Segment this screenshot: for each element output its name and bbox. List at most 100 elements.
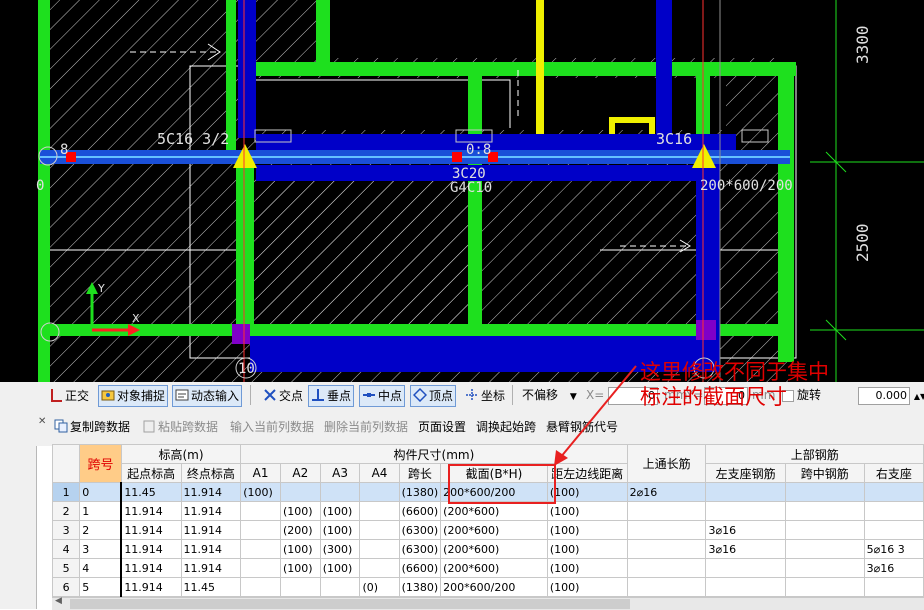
input-column-button[interactable]: 输入当前列数据: [230, 417, 314, 437]
header-a2[interactable]: A2: [279, 463, 321, 483]
cad-drawing[interactable]: 5C16 3/2 3C16 3C20 G4C10 200*600/200 0 1…: [0, 0, 924, 382]
node-purple[interactable]: [696, 320, 716, 340]
cell-section[interactable]: (200*600): [440, 558, 548, 578]
table-row[interactable]: 5 4 11.914 11.914 (100) (100) (6600) (200*600)(…: [51, 558, 924, 578]
cell-section[interactable]: (200*600): [440, 501, 548, 521]
cell-start[interactable]: 11.45: [120, 482, 182, 502]
table-row[interactable]: 6 5 11.914 11.45 (0) (1380) 200*600/200 (100): [51, 577, 924, 597]
header-span[interactable]: 跨号: [79, 444, 122, 483]
dynamic-input-button[interactable]: 动态输入: [172, 385, 243, 407]
cell-end[interactable]: 11.914: [180, 482, 242, 502]
cell-mid[interactable]: [784, 501, 865, 521]
cell-dist[interactable]: (100): [546, 520, 628, 540]
cell-section[interactable]: 200*600/200: [440, 577, 548, 597]
perpendicular-button[interactable]: 垂点: [308, 385, 355, 407]
header-dist-left[interactable]: 距左边线距离: [546, 463, 628, 483]
cell-a1[interactable]: [240, 520, 281, 540]
cell-start[interactable]: 11.914: [120, 520, 182, 540]
cell-len[interactable]: (6300): [398, 539, 442, 559]
cell-right[interactable]: [863, 577, 924, 597]
row-number[interactable]: 5: [51, 558, 81, 578]
header-a1[interactable]: A1: [240, 463, 281, 483]
cell-dist[interactable]: (100): [546, 558, 628, 578]
cell-dist[interactable]: (100): [546, 539, 628, 559]
cell-len[interactable]: (6600): [398, 558, 442, 578]
cell-a1[interactable]: [240, 577, 281, 597]
cell-start[interactable]: 11.914: [120, 501, 182, 521]
cell-through[interactable]: [626, 501, 707, 521]
cell-a1[interactable]: [240, 558, 281, 578]
cell-end[interactable]: 11.914: [180, 539, 242, 559]
table-row[interactable]: 4 3 11.914 11.914 (100) (300) (6300) (200*600)(…: [51, 539, 924, 559]
cantilever-code-button[interactable]: 悬臂钢筋代号: [546, 417, 618, 437]
cell-mid[interactable]: [784, 558, 865, 578]
node-red[interactable]: [452, 152, 462, 162]
row-number[interactable]: 4: [51, 539, 81, 559]
spinner-icon[interactable]: ▲▼: [914, 392, 924, 401]
page-setup-button[interactable]: 页面设置: [418, 417, 466, 437]
cell-mid[interactable]: [784, 577, 865, 597]
cell-right[interactable]: 5⌀16 3: [863, 539, 924, 559]
cell-left[interactable]: [705, 577, 786, 597]
cell-span[interactable]: 5: [79, 577, 123, 597]
header-span-length[interactable]: 跨长: [398, 463, 442, 483]
cell-mid[interactable]: [784, 520, 865, 540]
cell-a3[interactable]: (300): [319, 539, 361, 559]
midpoint-button[interactable]: 中点: [359, 385, 406, 407]
header-top-through[interactable]: 上通长筋: [626, 444, 707, 483]
node-purple[interactable]: [232, 324, 250, 344]
cell-len[interactable]: (6600): [398, 501, 442, 521]
ortho-button[interactable]: 正交: [46, 385, 92, 407]
cell-a3[interactable]: [319, 482, 361, 502]
cell-span[interactable]: 3: [79, 539, 123, 559]
cell-a1[interactable]: (100): [240, 482, 281, 502]
cell-a2[interactable]: (100): [279, 558, 321, 578]
swap-start-button[interactable]: 调换起始跨: [476, 417, 536, 437]
cell-mid[interactable]: [784, 539, 865, 559]
table-row[interactable]: 3 2 11.914 11.914 (200) (100) (6300) (200*600)(…: [51, 520, 924, 540]
close-icon[interactable]: ✕: [38, 412, 46, 432]
intersection-button[interactable]: 交点: [260, 385, 306, 407]
rotate-input-value[interactable]: 0.000: [858, 386, 910, 405]
cell-start[interactable]: 11.914: [120, 539, 182, 559]
cell-through[interactable]: [626, 558, 707, 578]
cell-len[interactable]: (1380): [398, 482, 442, 502]
header-left-support[interactable]: 左支座钢筋: [705, 463, 786, 483]
cell-right[interactable]: [863, 501, 924, 521]
header-right-support[interactable]: 右支座: [863, 463, 924, 483]
cell-dist[interactable]: (100): [546, 577, 628, 597]
cell-a4[interactable]: [359, 482, 400, 502]
cell-a2[interactable]: (100): [279, 539, 321, 559]
cell-mid[interactable]: [784, 482, 865, 502]
cell-len[interactable]: (1380): [398, 577, 442, 597]
cell-through[interactable]: [626, 577, 707, 597]
table-row[interactable]: 2 1 11.914 11.914 (100) (100) (6600) (200*600)(…: [51, 501, 924, 521]
cell-a4[interactable]: (0): [359, 577, 400, 597]
cell-a2[interactable]: (100): [279, 501, 321, 521]
cell-section[interactable]: (200*600): [440, 520, 548, 540]
scroll-left-icon[interactable]: ◀: [55, 596, 62, 606]
cell-right[interactable]: [863, 520, 924, 540]
header-a3[interactable]: A3: [319, 463, 361, 483]
header-start-elev[interactable]: 起点标高: [120, 463, 182, 483]
cell-a2[interactable]: [279, 482, 321, 502]
cell-a1[interactable]: [240, 501, 281, 521]
cell-a3[interactable]: (100): [319, 520, 361, 540]
paste-span-button[interactable]: 粘贴跨数据: [142, 417, 218, 437]
cell-end[interactable]: 11.45: [180, 577, 242, 597]
cell-right[interactable]: [863, 482, 924, 502]
cell-left[interactable]: [705, 482, 786, 502]
cell-span[interactable]: 2: [79, 520, 123, 540]
cell-left[interactable]: [705, 501, 786, 521]
cell-through[interactable]: 2⌀16: [626, 482, 707, 502]
cell-a4[interactable]: [359, 501, 400, 521]
cell-a3[interactable]: (100): [319, 558, 361, 578]
cell-a4[interactable]: [359, 539, 400, 559]
cell-a3[interactable]: (100): [319, 501, 361, 521]
rotate-input[interactable]: 0.000 ▲▼: [858, 385, 924, 405]
cell-end[interactable]: 11.914: [180, 558, 242, 578]
cell-a1[interactable]: [240, 539, 281, 559]
row-number[interactable]: 2: [51, 501, 81, 521]
copy-span-button[interactable]: 复制跨数据: [54, 417, 130, 437]
object-snap-button[interactable]: 对象捕捉: [98, 385, 169, 407]
